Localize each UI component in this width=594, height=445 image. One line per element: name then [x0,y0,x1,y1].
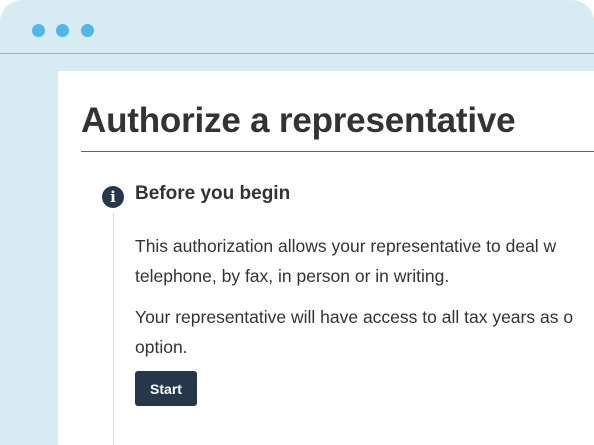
alert-paragraph-1-line-1: This authorization allows your represent… [135,236,557,256]
alert-left-border [113,213,114,445]
alert-paragraph-2-line-1: Your representative will have access to … [135,307,574,327]
page-content: Authorize a representative i Before you … [58,71,594,445]
alert-paragraph-2-line-2: option. [135,337,188,357]
title-divider [81,151,594,152]
window-control-dot-1[interactable] [32,24,45,37]
alert-heading: Before you begin [135,183,291,204]
page-title: Authorize a representative [81,101,516,140]
info-icon: i [102,186,124,208]
browser-window: Authorize a representative i Before you … [0,0,594,445]
window-titlebar [0,0,594,54]
alert-paragraph-1: This authorization allows your represent… [135,231,556,291]
window-control-dot-3[interactable] [81,24,94,37]
start-button[interactable]: Start [135,371,197,406]
alert-paragraph-1-line-2: telephone, by fax, in person or in writi… [135,266,450,286]
alert-paragraph-2: Your representative will have access to … [135,302,573,362]
window-control-dot-2[interactable] [56,24,69,37]
